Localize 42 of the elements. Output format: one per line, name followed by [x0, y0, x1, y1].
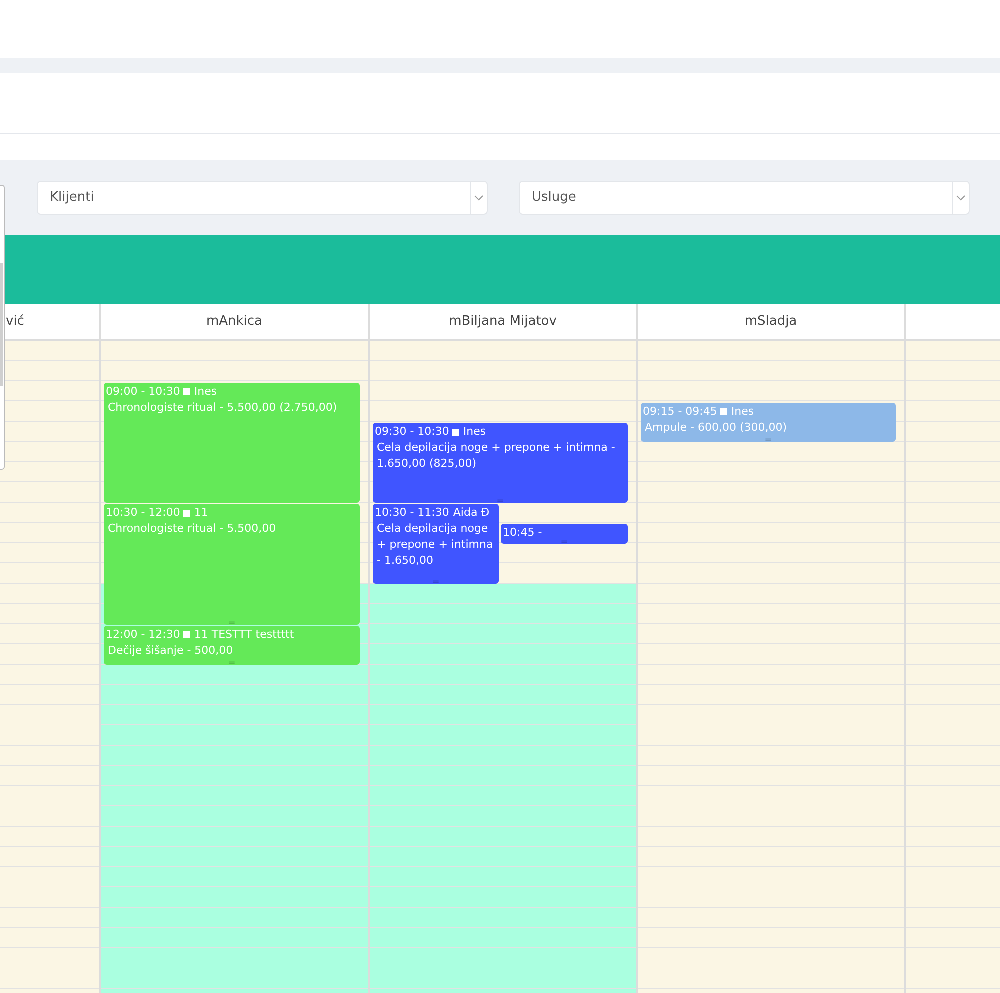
appointment-block[interactable]: 10:45 - =	[501, 524, 628, 544]
appointment-block[interactable]: 10:30 - 11:30 Aida Đ Cela depilacija noge + prepone + intimna - 1.650,00 =	[373, 504, 499, 584]
staff-name: mSladja	[744, 314, 798, 329]
appointment-block[interactable]: 12:00 - 12:30 11 TESTTT testtttt Dečije šišanje - 500,00 =	[104, 626, 360, 665]
chevron-down-icon	[474, 194, 484, 200]
service-text: Dečije šišanje - 500,00	[107, 642, 234, 658]
appointment-time: 10:30 - 11:30	[375, 505, 450, 521]
service-text: Cela depilacija noge + prepone + intimna - 1.650,00 (825,00)	[376, 440, 616, 472]
service-text: Ampule - 600,00 (300,00)	[644, 420, 788, 436]
resize-handle[interactable]: =	[560, 538, 568, 544]
appointment-block[interactable]: 09:00 - 10:30 Ines Chronologiste ritual - 5.500,00 (2.750,00)	[104, 382, 360, 503]
resize-handle[interactable]: =	[228, 620, 236, 624]
staff-name: mBiljana Mijatov	[449, 314, 557, 329]
resize-handle[interactable]: =	[228, 660, 236, 665]
client-name: 11 TESTTT testtttt	[194, 626, 294, 642]
client-name: Aida Đ	[453, 505, 490, 521]
appointment-time: 09:30 - 10:30	[375, 424, 450, 440]
staff-name: vić	[5, 314, 24, 329]
service-text: Cela depilacija noge + prepone + intimna - 1.650,00	[376, 521, 494, 569]
filter-select[interactable]: Klijenti	[37, 180, 488, 214]
select-placeholder: Klijenti	[49, 190, 96, 205]
resize-handle[interactable]: =	[764, 437, 772, 442]
appointment-time: 10:45 -	[503, 525, 542, 542]
filter-select[interactable]: Usluge	[519, 180, 970, 214]
appointment-time: 09:15 - 09:45	[643, 404, 718, 420]
chevron-down-icon	[956, 194, 966, 200]
appointment-time: 12:00 - 12:30	[106, 626, 180, 642]
select-placeholder: Usluge	[531, 190, 578, 205]
client-name: Ines	[731, 404, 754, 420]
staff-name: mAnkica	[206, 314, 263, 329]
appointment-time: 10:30 - 12:00	[106, 505, 180, 521]
resize-handle[interactable]: =	[496, 498, 504, 503]
resize-handle[interactable]: =	[432, 579, 440, 584]
appointment-block[interactable]: 09:30 - 10:30 Ines Cela depilacija noge + prepone + intimna - 1.650,00 (825,00) =	[373, 423, 628, 503]
client-name: Ines	[194, 384, 218, 400]
client-name: Ines	[463, 424, 486, 440]
appointment-block[interactable]: 09:15 - 09:45 Ines Ampule - 600,00 (300,00) =	[641, 402, 896, 442]
client-name: 11	[194, 505, 208, 521]
service-text: Chronologiste ritual - 5.500,00 (2.750,00)	[107, 400, 338, 416]
service-text: Chronologiste ritual - 5.500,00	[107, 521, 278, 537]
appointment-block[interactable]: 10:30 - 12:00 11 Chronologiste ritual - 5.500,00 =	[104, 504, 360, 624]
appointment-time: 09:00 - 10:30	[106, 384, 180, 400]
